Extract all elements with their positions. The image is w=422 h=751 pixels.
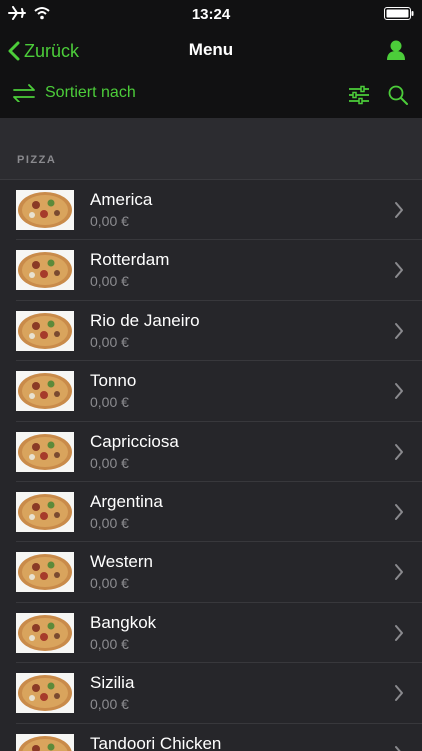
search-icon <box>388 85 408 105</box>
chevron-right-icon <box>395 564 403 581</box>
profile-icon <box>387 40 405 60</box>
chevron-right-icon <box>395 624 403 641</box>
list-item[interactable]: Rotterdam 0,00 € <box>0 240 422 302</box>
item-name: Tonno <box>90 371 137 391</box>
item-price: 0,00 € <box>90 635 129 652</box>
battery-icon <box>384 7 414 20</box>
section-title: PIZZA <box>17 154 57 166</box>
list-item[interactable]: Tonno 0,00 € <box>0 361 422 422</box>
item-name: Rotterdam <box>90 250 170 270</box>
list-item[interactable]: Western 0,00 € <box>0 542 422 604</box>
sort-button[interactable]: Sortiert nach <box>12 84 136 102</box>
item-price: 0,00 € <box>90 273 129 290</box>
item-price: 0,00 € <box>90 454 129 471</box>
item-price: 0,00 € <box>90 333 129 350</box>
chevron-right-icon <box>395 503 403 520</box>
pizza-thumbnail <box>16 491 74 532</box>
chevron-right-icon <box>395 202 403 218</box>
back-chevron-icon <box>8 41 20 61</box>
item-name: Rio de Janeiro <box>90 310 200 330</box>
sort-toolbar: Sortiert nach <box>0 74 422 118</box>
pizza-thumbnail <box>16 250 74 291</box>
status-bar: 13:24 <box>0 0 422 28</box>
item-price: 0,00 € <box>90 696 129 713</box>
chevron-right-icon <box>395 383 403 400</box>
pizza-thumbnail <box>16 673 74 714</box>
back-button-label: Zurück <box>24 40 80 61</box>
swap-arrows-icon <box>13 84 35 102</box>
menu-list[interactable]: America 0,00 € Rotterdam 0,00 € Rio de J… <box>0 179 422 751</box>
item-name: Capricciosa <box>90 431 179 451</box>
pizza-thumbnail <box>16 371 74 412</box>
item-name: Sizilia <box>90 673 135 693</box>
chevron-right-icon <box>395 262 403 279</box>
item-name: Tandoori Chicken <box>90 733 222 751</box>
pizza-thumbnail <box>16 190 74 230</box>
list-item[interactable]: America 0,00 € <box>0 180 422 241</box>
list-item[interactable]: Rio de Janeiro 0,00 € <box>0 301 422 362</box>
list-item[interactable]: Bangkok 0,00 € <box>0 603 422 664</box>
pizza-thumbnail <box>16 733 74 751</box>
pizza-thumbnail <box>16 431 74 472</box>
search-button[interactable] <box>388 85 408 110</box>
pizza-thumbnail <box>16 310 74 351</box>
item-price: 0,00 € <box>90 213 129 229</box>
item-name: Western <box>90 552 153 572</box>
list-item[interactable]: Tandoori Chicken 0,00 € <box>0 724 422 751</box>
profile-button[interactable] <box>386 39 406 66</box>
item-name: Bangkok <box>90 612 157 632</box>
filter-button[interactable] <box>348 85 370 110</box>
sort-label: Sortiert nach <box>45 84 136 101</box>
chevron-right-icon <box>395 685 403 702</box>
status-time: 13:24 <box>191 6 231 23</box>
section-header: PIZZA <box>0 118 422 179</box>
chevron-right-icon <box>395 745 402 751</box>
list-item[interactable]: Sizilia 0,00 € <box>0 663 422 724</box>
list-item[interactable]: Capricciosa 0,00 € <box>0 422 422 483</box>
filter-sliders-icon <box>349 85 369 105</box>
item-price: 0,00 € <box>90 575 129 592</box>
back-button[interactable]: Zurück <box>8 38 79 64</box>
chevron-right-icon <box>395 443 403 460</box>
chevron-right-icon <box>395 322 403 339</box>
item-price: 0,00 € <box>90 514 129 531</box>
item-price: 0,00 € <box>90 394 129 411</box>
list-item[interactable]: Argentina 0,00 € <box>0 482 422 543</box>
pizza-thumbnail <box>16 612 74 653</box>
item-name: America <box>90 190 153 209</box>
navigation-bar: Zurück Menu <box>0 28 422 74</box>
item-name: Argentina <box>90 491 163 511</box>
pizza-thumbnail <box>16 552 74 593</box>
